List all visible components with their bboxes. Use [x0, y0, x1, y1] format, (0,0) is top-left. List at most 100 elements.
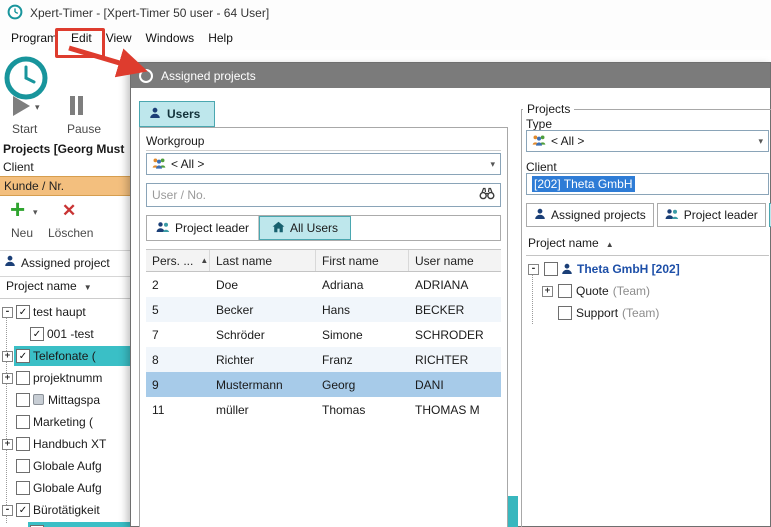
- pause-button-label[interactable]: Pause: [67, 122, 101, 136]
- collapse-icon[interactable]: -: [2, 505, 13, 516]
- tree-item-selected[interactable]: + Telefonate (: [0, 345, 130, 367]
- checkbox[interactable]: [16, 503, 30, 517]
- cell-first-name: Hans: [316, 303, 409, 317]
- tree-item-selected[interactable]: Telefo: [0, 521, 130, 527]
- checkbox[interactable]: [16, 349, 30, 363]
- delete-x-icon[interactable]: ✕: [62, 201, 76, 221]
- new-dropdown-caret-icon[interactable]: ▾: [33, 207, 38, 218]
- cell-first-name: Thomas: [316, 403, 409, 417]
- tree-item-client[interactable]: - Theta GmbH [202]: [526, 258, 769, 280]
- project-tree: - test haupt 001 -test + Telefonate ( + …: [0, 301, 130, 527]
- table-row[interactable]: 2 Doe Adriana ADRIANA: [146, 272, 501, 297]
- tree-item-project[interactable]: + Quote(Team): [526, 280, 769, 302]
- sort-desc-icon: ▼: [84, 283, 92, 292]
- tab-assigned-projects[interactable]: Assigned projects: [526, 203, 654, 227]
- binoculars-search-icon[interactable]: [479, 187, 495, 203]
- annotation-arrow: [55, 40, 170, 85]
- table-row[interactable]: 7 Schröder Simone SCHRODER: [146, 322, 501, 347]
- start-dropdown-caret-icon[interactable]: ▾: [35, 102, 40, 113]
- dialog-titlebar[interactable]: Assigned projects: [131, 63, 770, 88]
- tab-project-leader-right[interactable]: Project leader: [657, 203, 766, 227]
- tree-item[interactable]: Globale Aufg: [0, 477, 130, 499]
- cell-last-name: Mustermann: [210, 378, 316, 392]
- splitter-handle[interactable]: [508, 496, 518, 527]
- users-table-header[interactable]: Pers. ...▲ Last name First name User nam…: [146, 249, 501, 272]
- column-header-last-name[interactable]: Last name: [210, 250, 316, 271]
- checkbox[interactable]: [558, 306, 572, 320]
- checkbox[interactable]: [544, 262, 558, 276]
- tree-item[interactable]: Marketing (: [0, 411, 130, 433]
- tree-item[interactable]: - Bürotätigkeit: [0, 499, 130, 521]
- tree-item[interactable]: - test haupt: [0, 301, 130, 323]
- tree-item[interactable]: Globale Aufg: [0, 455, 130, 477]
- collapse-icon[interactable]: -: [528, 264, 539, 275]
- client-number-field[interactable]: Kunde / Nr.: [0, 176, 130, 196]
- tab-project-leader[interactable]: Project leader: [147, 216, 259, 240]
- tree-item[interactable]: + Handbuch XT: [0, 433, 130, 455]
- tab-project-leader-label: Project leader: [175, 221, 249, 235]
- expand-icon[interactable]: +: [2, 439, 13, 450]
- projects-tree: - Theta GmbH [202] + Quote(Team) Support…: [526, 258, 769, 338]
- type-select[interactable]: < All > ▾: [526, 130, 769, 152]
- column-label: First name: [322, 254, 379, 268]
- project-label: Quote: [576, 284, 609, 298]
- cell-user-name: RICHTER: [409, 353, 501, 367]
- new-project-plus-icon[interactable]: +: [10, 198, 25, 220]
- column-header-pers-no[interactable]: Pers. ...▲: [146, 250, 210, 271]
- new-button-label[interactable]: Neu: [11, 226, 33, 240]
- expand-icon[interactable]: +: [2, 373, 13, 384]
- menu-help[interactable]: Help: [201, 28, 240, 48]
- expand-icon[interactable]: +: [542, 286, 553, 297]
- collapse-icon[interactable]: -: [2, 307, 13, 318]
- table-row-selected[interactable]: 9 Mustermann Georg DANI: [146, 372, 501, 397]
- user-search-input[interactable]: [147, 187, 479, 203]
- expand-icon[interactable]: +: [2, 351, 13, 362]
- cell-user-name: ADRIANA: [409, 278, 501, 292]
- workgroup-select[interactable]: < All > ▾: [146, 153, 501, 175]
- table-row[interactable]: 8 Richter Franz RICHTER: [146, 347, 501, 372]
- projects-header: Projects [Georg Must: [3, 142, 130, 156]
- chevron-down-icon[interactable]: ▾: [758, 136, 763, 147]
- start-button-icon[interactable]: [13, 96, 30, 116]
- table-row[interactable]: 5 Becker Hans BECKER: [146, 297, 501, 322]
- checkbox[interactable]: [16, 393, 30, 407]
- checkbox[interactable]: [16, 371, 30, 385]
- workgroup-value: < All >: [171, 157, 485, 171]
- project-tree-header[interactable]: Project name▼: [0, 279, 130, 299]
- projects-group-label: Projects: [523, 102, 574, 116]
- tree-item[interactable]: 001 -test: [0, 323, 130, 345]
- column-header-user-name[interactable]: User name: [409, 250, 501, 271]
- cell-last-name: Richter: [210, 353, 316, 367]
- start-button-label[interactable]: Start: [12, 122, 37, 136]
- assigned-project-section[interactable]: Assigned project: [4, 255, 110, 270]
- divider: [0, 276, 130, 277]
- tree-item-label: Globale Aufg: [33, 481, 102, 495]
- tree-item[interactable]: Mittagspa: [0, 389, 130, 411]
- checkbox[interactable]: [30, 327, 44, 341]
- checkbox[interactable]: [16, 415, 30, 429]
- tab-users-label: Users: [167, 107, 200, 121]
- project-name-header-label: Project name: [528, 236, 599, 250]
- checkbox[interactable]: [16, 305, 30, 319]
- delete-button-label[interactable]: Löschen: [48, 226, 93, 240]
- dialog-title: Assigned projects: [161, 69, 256, 83]
- project-name-header[interactable]: Project name▲: [526, 236, 769, 256]
- checkbox[interactable]: [16, 437, 30, 451]
- tree-item[interactable]: + projektnumm: [0, 367, 130, 389]
- tree-item-label: Theta GmbH [202]: [577, 262, 680, 276]
- table-row[interactable]: 11 müller Thomas THOMAS M: [146, 397, 501, 422]
- cell-pers-no: 11: [146, 403, 210, 417]
- checkbox[interactable]: [16, 481, 30, 495]
- user-icon: [149, 107, 161, 122]
- checkbox[interactable]: [16, 459, 30, 473]
- client-input[interactable]: [202] Theta GmbH: [526, 173, 769, 195]
- cell-pers-no: 7: [146, 328, 210, 342]
- checkbox[interactable]: [558, 284, 572, 298]
- pause-button-icon[interactable]: [70, 96, 86, 118]
- tab-all-users[interactable]: All Users: [259, 216, 351, 240]
- window-title: Xpert-Timer - [Xpert-Timer 50 user - 64 …: [30, 6, 269, 20]
- chevron-down-icon[interactable]: ▾: [490, 159, 495, 170]
- tab-users[interactable]: Users: [139, 101, 215, 127]
- column-header-first-name[interactable]: First name: [316, 250, 409, 271]
- tree-item-project[interactable]: Support(Team): [526, 302, 769, 324]
